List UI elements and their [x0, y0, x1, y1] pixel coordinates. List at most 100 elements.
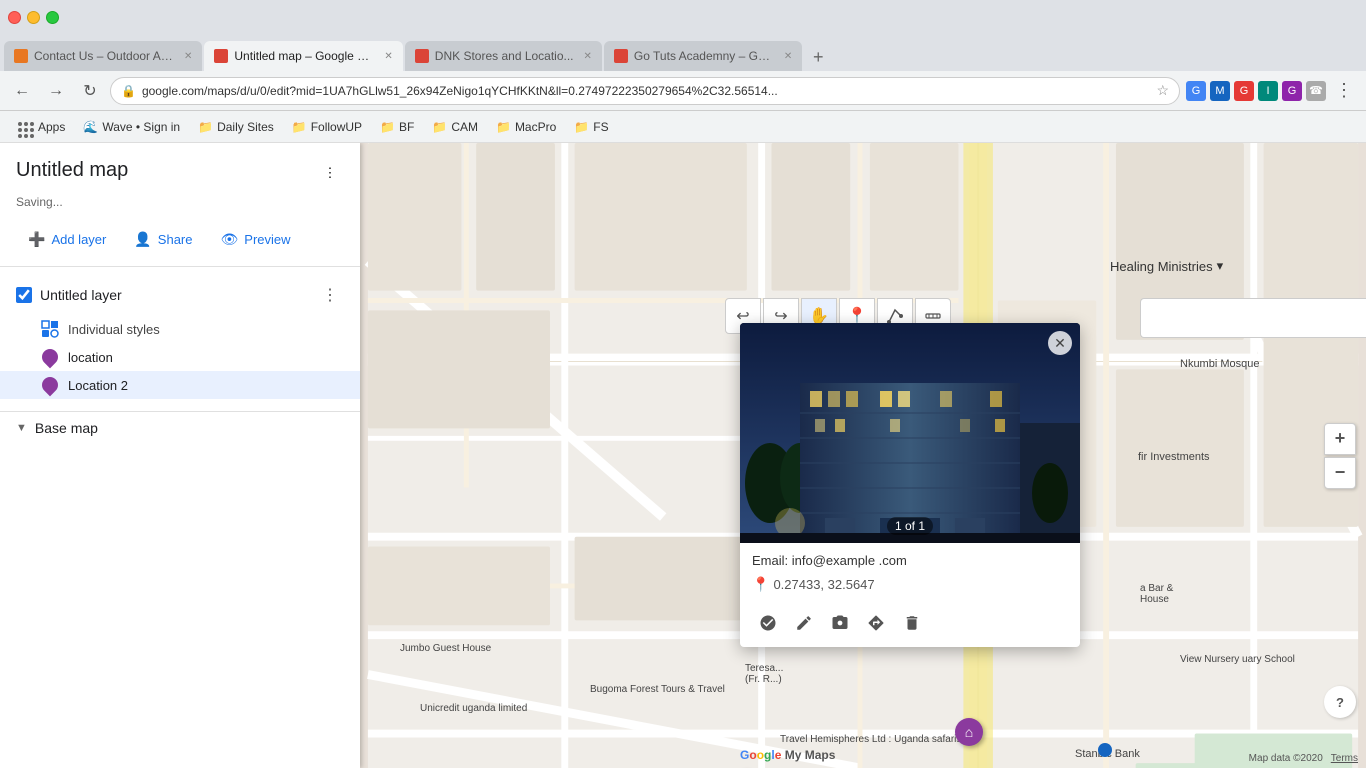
map-label-jumbo: Jumbo Guest House [400, 643, 491, 654]
ext-icon-6[interactable]: ☎ [1306, 81, 1326, 101]
location-item-1[interactable]: location [0, 343, 360, 371]
reload-button[interactable]: ↻ [76, 77, 104, 105]
folder-icon: 📁 [574, 120, 589, 134]
map-label-bar: a Bar &House [1140, 583, 1173, 605]
bookmark-macpro[interactable]: 📁 MacPro [488, 116, 564, 138]
google-my-maps-logo: Google My Maps [740, 748, 835, 762]
popup-edit-button[interactable] [788, 607, 820, 639]
bookmark-apps-label: Apps [38, 120, 65, 134]
bookmark-bf[interactable]: 📁 BF [372, 116, 422, 138]
map-area[interactable]: Healing Ministries ▾ ↩ ↪ ✋ 📍 [360, 143, 1366, 768]
zoom-out-button[interactable]: − [1324, 457, 1356, 489]
ext-icon-1[interactable]: G [1186, 81, 1206, 101]
map-pin-home[interactable]: ⌂ [955, 718, 983, 746]
address-box[interactable]: 🔒 google.com/maps/d/u/0/edit?mid=1UA7hGL… [110, 77, 1180, 105]
terms-link[interactable]: Terms [1331, 753, 1358, 764]
folder-icon: 📁 [380, 120, 395, 134]
map-label-view-nursery: View Nursery uary School [1180, 653, 1295, 666]
forward-button[interactable]: → [42, 77, 70, 105]
map-label-teresa: Teresa...(Fr. R...) [745, 663, 783, 685]
popup-style-button[interactable] [752, 607, 784, 639]
map-pin-stanbic[interactable] [1098, 743, 1112, 757]
tab-favicon [415, 49, 429, 63]
help-button[interactable]: ? [1324, 686, 1356, 718]
sidebar-menu-button[interactable]: ⋮ [316, 159, 344, 187]
tab-close-button[interactable]: ✕ [784, 51, 792, 62]
popup-building-image [740, 323, 1080, 543]
extensions-menu[interactable]: ⋮ [1330, 77, 1358, 105]
ext-icon-4[interactable]: I [1258, 81, 1278, 101]
tab-untitled-map[interactable]: Untitled map – Google M... ✕ [204, 41, 402, 71]
bookmark-followup[interactable]: 📁 FollowUP [284, 116, 370, 138]
close-button[interactable] [8, 11, 21, 24]
bookmark-wave-label: Wave • Sign in [102, 120, 180, 134]
wave-icon: 🌊 [83, 120, 98, 134]
sidebar-header: Untitled map ⋮ [0, 143, 360, 195]
popup-image-container: 1 of 1 [740, 323, 1080, 543]
map-label-travel: Travel Hemispheres Ltd : Uganda safaris [780, 733, 910, 746]
main-content: Untitled map ⋮ Saving... ➕ Add layer 👤 S… [0, 143, 1366, 768]
tab-label: Go Tuts Academny – Go... [634, 49, 774, 63]
email-value: info@example .com [792, 553, 907, 568]
tab-dnk-stores[interactable]: DNK Stores and Locatio... ✕ [405, 41, 602, 71]
basemap-arrow-icon: ▼ [16, 422, 27, 434]
back-button[interactable]: ← [8, 77, 36, 105]
popup-directions-button[interactable] [860, 607, 892, 639]
popup-email: Email: info@example .com [752, 553, 1068, 568]
location-label-2: Location 2 [68, 378, 128, 393]
individual-styles-icon [40, 319, 60, 339]
map-search-input[interactable] [1140, 298, 1366, 338]
home-pin-icon: ⌂ [955, 718, 983, 746]
layer-header[interactable]: Untitled layer ⋮ [0, 275, 360, 315]
popup-photo-button[interactable] [824, 607, 856, 639]
bookmark-wave[interactable]: 🌊 Wave • Sign in [75, 116, 188, 138]
tab-go-tuts[interactable]: Go Tuts Academny – Go... ✕ [604, 41, 802, 71]
share-icon: 👤 [134, 231, 151, 248]
ext-icon-2[interactable]: M [1210, 81, 1230, 101]
bookmark-fs[interactable]: 📁 FS [566, 116, 616, 138]
popup-close-button[interactable]: ✕ [1048, 331, 1072, 355]
maximize-button[interactable] [46, 11, 59, 24]
minimize-button[interactable] [27, 11, 40, 24]
bookmark-daily-sites[interactable]: 📁 Daily Sites [190, 116, 282, 138]
zoom-in-button[interactable]: + [1324, 423, 1356, 455]
new-tab-button[interactable]: + [804, 43, 832, 71]
tab-favicon [14, 49, 28, 63]
folder-icon: 📁 [496, 120, 511, 134]
bookmarks-bar: Apps 🌊 Wave • Sign in 📁 Daily Sites 📁 Fo… [0, 111, 1366, 143]
ext-icon-5[interactable]: G [1282, 81, 1302, 101]
tab-close-button[interactable]: ✕ [584, 51, 592, 62]
basemap-header[interactable]: ▼ Base map [16, 420, 344, 436]
address-bar-row: ← → ↻ 🔒 google.com/maps/d/u/0/edit?mid=1… [0, 71, 1366, 111]
window-controls [8, 11, 59, 24]
bookmark-apps[interactable]: Apps [10, 111, 73, 142]
folder-icon: 📁 [292, 120, 307, 134]
healing-dropdown-icon[interactable]: ▾ [1217, 258, 1224, 274]
image-counter: 1 of 1 [887, 517, 933, 535]
bookmark-cam-label: CAM [451, 120, 478, 134]
bookmark-cam[interactable]: 📁 CAM [424, 116, 486, 138]
add-layer-button[interactable]: ➕ Add layer [16, 225, 118, 254]
location-item-2[interactable]: Location 2 [0, 371, 360, 399]
bookmark-daily-sites-label: Daily Sites [217, 120, 274, 134]
tab-favicon [214, 49, 228, 63]
individual-styles-label: Individual styles [68, 322, 160, 337]
preview-label: Preview [244, 232, 290, 247]
map-data-text: Map data ©2020 [1249, 753, 1323, 764]
popup-delete-button[interactable] [896, 607, 928, 639]
map-search-container [1140, 298, 1366, 338]
tab-contact-us[interactable]: Contact Us – Outdoor Ac... ✕ [4, 41, 202, 71]
tab-close-button[interactable]: ✕ [184, 51, 192, 62]
extension-icons: G M G I G ☎ ⋮ [1186, 77, 1358, 105]
bookmark-star[interactable]: ☆ [1156, 82, 1169, 99]
share-button[interactable]: 👤 Share [122, 225, 204, 254]
location-pin-icon-2 [40, 375, 60, 395]
layer-more-button[interactable]: ⋮ [316, 281, 344, 309]
layer-checkbox[interactable] [16, 287, 32, 303]
preview-button[interactable]: 👁 Preview [209, 225, 303, 254]
location-popup: ✕ [740, 323, 1080, 647]
location-label-1: location [68, 350, 113, 365]
ext-icon-3[interactable]: G [1234, 81, 1254, 101]
tab-close-button[interactable]: ✕ [384, 51, 392, 62]
individual-styles-item[interactable]: Individual styles [0, 315, 360, 343]
